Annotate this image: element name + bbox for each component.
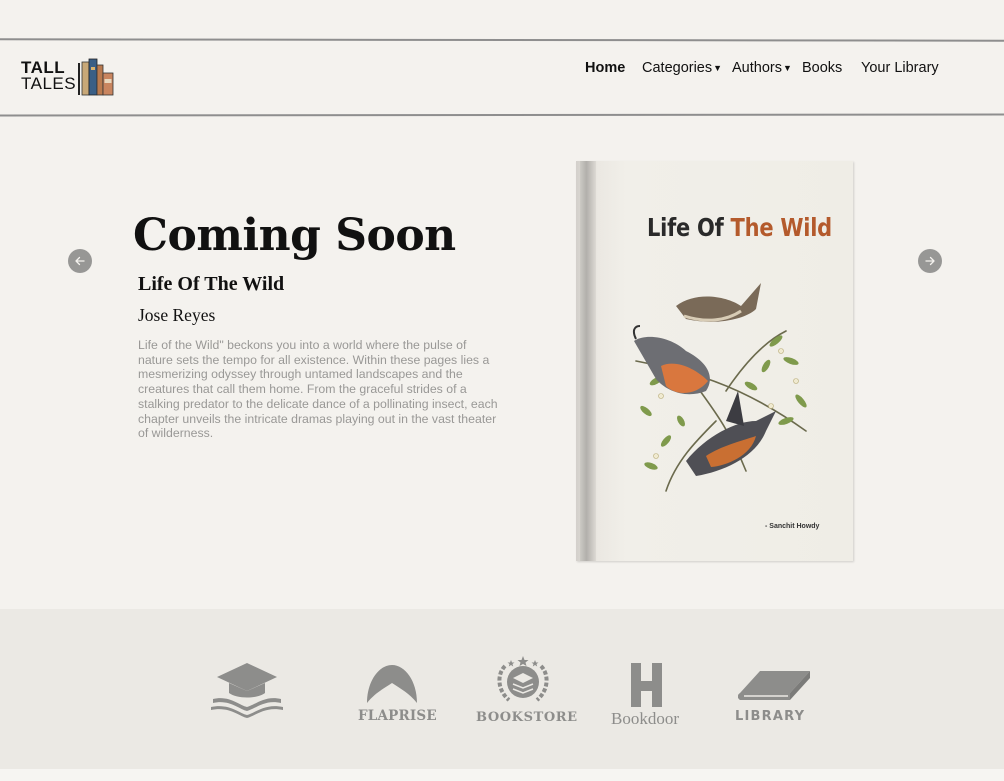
book-cover[interactable]: Life Of The Wild - Sanchit Howdy — [576, 161, 853, 561]
cover-title: Life Of The Wild — [647, 213, 832, 242]
birds-illustration-icon — [632, 283, 807, 492]
nav-home[interactable]: Home — [585, 60, 625, 76]
cover-title-part2: The Wild — [730, 213, 833, 242]
bookstore-laurel-icon — [497, 656, 549, 702]
arrow-left-icon — [75, 256, 85, 266]
brand-line2: TALES — [21, 74, 77, 93]
cover-author: - Sanchit Howdy — [765, 523, 820, 530]
nav-your-library[interactable]: Your Library — [861, 60, 939, 76]
partner-label-flaprise: FLAPRISE — [358, 708, 437, 724]
nav-categories-label: Categories — [642, 60, 713, 76]
brand-logo[interactable]: TALL TALES — [21, 57, 117, 97]
featured-book-title: Life Of The Wild — [138, 273, 285, 295]
featured-book-author: Jose Reyes — [138, 305, 216, 325]
nav-authors[interactable]: Authors▼ — [732, 60, 792, 76]
carousel-next-button[interactable] — [918, 249, 942, 273]
header-divider-bottom — [0, 113, 1004, 117]
partner-label-library: LIBRARY — [735, 709, 806, 724]
library-book-icon — [738, 671, 810, 700]
partner-logo-1[interactable] — [209, 659, 285, 724]
brand-wordmark: TALL TALES — [21, 59, 77, 93]
hero-heading: Coming Soon — [133, 210, 456, 261]
nav-authors-label: Authors — [732, 60, 782, 76]
caret-down-icon: ▼ — [782, 63, 792, 73]
caret-down-icon: ▼ — [713, 63, 723, 73]
partner-logo-flaprise[interactable]: FLAPRISE — [357, 663, 437, 727]
flaprise-leaf-icon — [367, 665, 417, 703]
nav-categories[interactable]: Categories▼ — [642, 60, 722, 76]
partner-logo-bookstore[interactable]: BOOKSTORE — [476, 654, 577, 728]
graduation-cap-books-icon — [211, 663, 283, 718]
partner-label-bookdoor: Bookdoor — [611, 709, 679, 728]
bookdoor-h-icon — [631, 663, 662, 707]
featured-book-description: Life of the Wild" beckons you into a wor… — [138, 338, 498, 441]
partner-logos: FLAPRISE BOOKSTORE Bookdoor LIBRARY — [0, 609, 1004, 769]
nav-books[interactable]: Books — [802, 60, 842, 76]
carousel-prev-button[interactable] — [68, 249, 92, 273]
books-stack-icon — [78, 58, 114, 96]
partner-label-bookstore: BOOKSTORE — [476, 710, 578, 725]
cover-title-part1: Life Of — [647, 213, 731, 242]
footer-strip — [0, 769, 1004, 781]
partner-logo-library[interactable]: LIBRARY — [734, 667, 818, 727]
header-divider-top — [0, 38, 1004, 42]
partner-logo-bookdoor[interactable]: Bookdoor — [610, 663, 686, 729]
arrow-right-icon — [925, 256, 935, 266]
